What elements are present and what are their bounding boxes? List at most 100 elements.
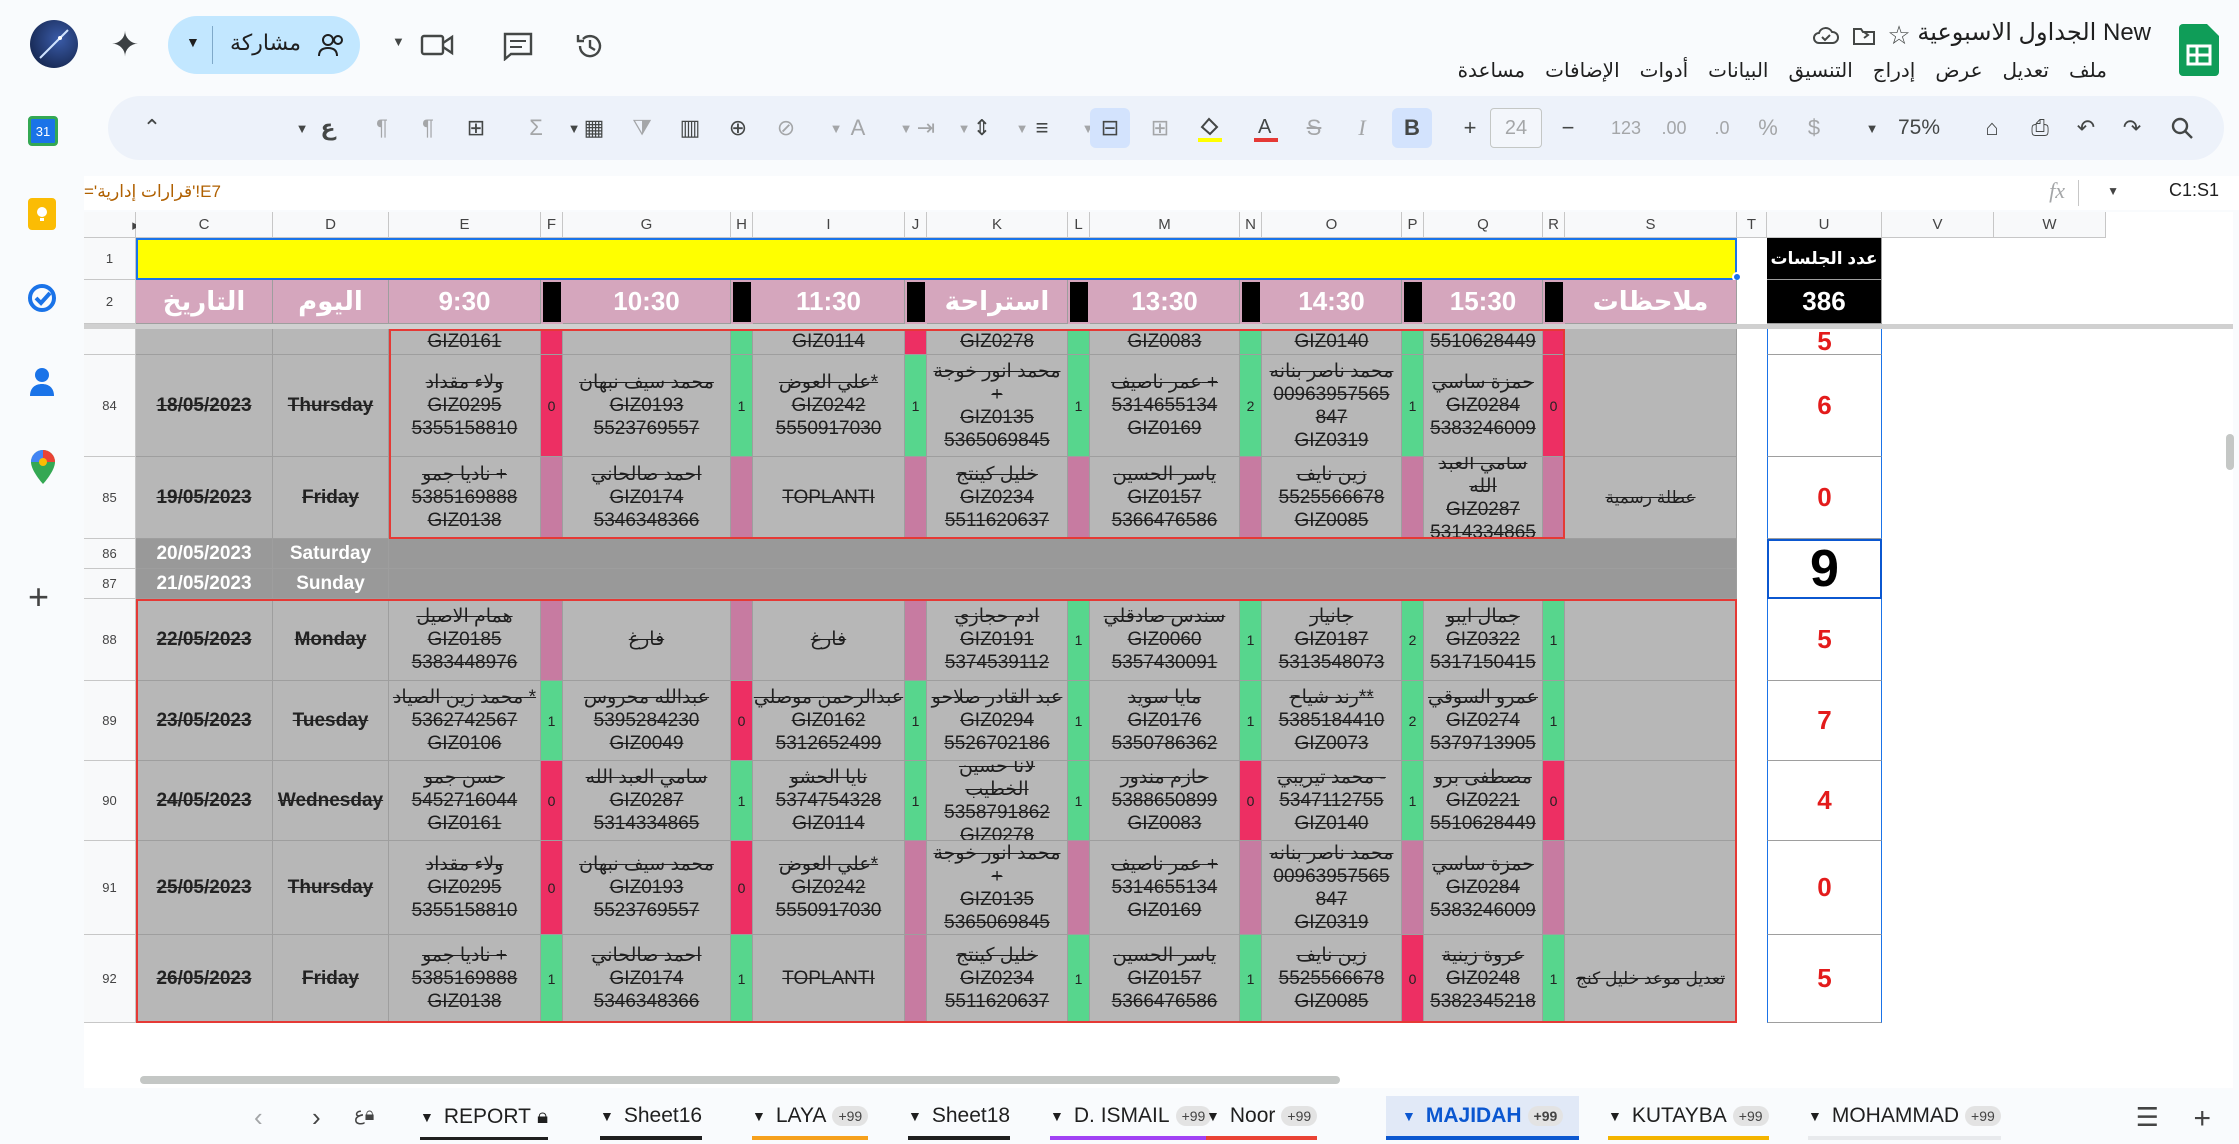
freeze-icon[interactable]: ⊞ [458, 108, 494, 148]
row-header-92[interactable]: 92 [84, 935, 136, 1023]
sessions-count[interactable]: 0 [1767, 457, 1882, 539]
row-header-88[interactable]: 88 [84, 599, 136, 681]
attendance-flag[interactable]: 1 [905, 355, 927, 457]
session-cell[interactable]: سندس صادقلي GIZ0060 5357430091 [1090, 599, 1240, 681]
session-cell[interactable]: GIZ0140 [1262, 329, 1402, 355]
row-day[interactable]: Monday [273, 599, 389, 681]
attendance-flag[interactable] [1068, 329, 1090, 355]
tab-menu-chevron-icon[interactable]: ▼ [1402, 1108, 1416, 1124]
notes-cell[interactable] [1565, 841, 1737, 935]
sessions-count[interactable]: 5 [1767, 935, 1882, 1023]
tab-menu-chevron-icon[interactable]: ▼ [752, 1108, 766, 1124]
session-cell[interactable]: فارغ [753, 599, 905, 681]
attendance-flag[interactable]: 1 [541, 935, 563, 1023]
undo-icon[interactable]: ↶ [2068, 108, 2104, 148]
notes-cell[interactable] [1565, 681, 1737, 761]
row-header-partial[interactable] [84, 329, 136, 355]
attendance-flag[interactable]: 1 [731, 355, 753, 457]
notes-cell[interactable]: تعديل موعد خليل كنج [1565, 935, 1737, 1023]
row-date[interactable]: 22/05/2023 [136, 599, 273, 681]
session-cell[interactable]: 5510628449 [1424, 329, 1543, 355]
session-cell[interactable]: مايا سويد GIZ0176 5350786362 [1090, 681, 1240, 761]
session-cell[interactable]: احمد صالحاني GIZ0174 5346348366 [563, 457, 731, 539]
notes-cell[interactable]: عطلة رسمية [1565, 457, 1737, 539]
sheet-tab-report[interactable]: ▼ REPORT 🔒︎ [420, 1096, 549, 1140]
session-cell[interactable]: ياسر الحسين GIZ0157 5366476586 [1090, 457, 1240, 539]
bold-icon[interactable]: B [1392, 108, 1432, 148]
attendance-flag[interactable]: 1 [1068, 355, 1090, 457]
session-cell[interactable]: مصطفى برو GIZ0221 5510628449 [1424, 761, 1543, 841]
session-cell[interactable]: عبد القادر صلاحو GIZ0294 5526702186 [927, 681, 1068, 761]
text-color-icon[interactable]: A [1248, 108, 1284, 148]
sessions-count[interactable]: 7 [1767, 681, 1882, 761]
all-sheets-icon[interactable]: ☰ [2136, 1102, 2159, 1133]
session-cell[interactable]: حازم مندور 5388650899 GIZ0083 [1090, 761, 1240, 841]
sessions-count[interactable]: 5 [1767, 329, 1882, 355]
session-cell[interactable]: ناديا جمو + 5385169888 GIZ0138 [389, 457, 541, 539]
attendance-flag[interactable] [1068, 841, 1090, 935]
row-day[interactable]: Thursday [273, 355, 389, 457]
font-size-input[interactable]: 24 [1490, 108, 1542, 148]
attendance-flag[interactable]: 2 [1402, 599, 1424, 681]
vertical-scrollbar-thumb[interactable] [2226, 434, 2234, 470]
attendance-flag[interactable] [1068, 457, 1090, 539]
session-cell[interactable]: عروة زينية GIZ0248 5382345218 [1424, 935, 1543, 1023]
scroll-tabs-left-icon[interactable]: ‹ [254, 1102, 263, 1133]
session-cell[interactable]: حمزة ساسي GIZ0284 5383246009 [1424, 841, 1543, 935]
session-cell[interactable]: خليل كينتج GIZ0234 5511620637 [927, 457, 1068, 539]
horizontal-scrollbar-thumb[interactable] [140, 1076, 1340, 1084]
keep-icon[interactable] [28, 198, 56, 230]
session-cell[interactable]: GIZ0161 [389, 329, 541, 355]
column-header-V[interactable]: V [1882, 212, 1994, 238]
session-cell[interactable]: محمد سيف نبهان GIZ0193 5523769557 [563, 355, 731, 457]
session-cell[interactable]: حمزة ساسي GIZ0284 5383246009 [1424, 355, 1543, 457]
attendance-flag[interactable]: 0 [541, 841, 563, 935]
column-header-L[interactable]: L [1068, 212, 1090, 238]
attendance-flag[interactable]: 1 [1543, 935, 1565, 1023]
attendance-flag[interactable] [541, 329, 563, 355]
column-header-W[interactable]: W [1994, 212, 2106, 238]
session-cell[interactable]: GIZ0278 [927, 329, 1068, 355]
share-button[interactable]: ▼ مشاركة [168, 16, 360, 74]
session-cell[interactable]: سامي العبد الله GIZ0287 5314334865 [1424, 457, 1543, 539]
column-header-M[interactable]: M [1090, 212, 1240, 238]
attendance-flag[interactable]: 1 [1240, 599, 1262, 681]
session-cell[interactable]: سامي العبد الله GIZ0287 5314334865 [563, 761, 731, 841]
attendance-flag[interactable]: 1 [1402, 355, 1424, 457]
sheet-tab-noor[interactable]: ▼ Noor +99 [1206, 1096, 1318, 1140]
decrease-font-icon[interactable]: − [1550, 108, 1586, 148]
italic-icon[interactable]: I [1344, 108, 1380, 148]
menu-data[interactable]: البيانات [1698, 56, 1778, 85]
search-menus-icon[interactable] [2164, 108, 2200, 148]
currency-button[interactable]: $ [1796, 108, 1832, 148]
convert-table-icon[interactable]: ▦ [576, 108, 612, 148]
attendance-flag[interactable]: 1 [1402, 761, 1424, 841]
session-cell[interactable]: رند شياح** 5385184410 GIZ0073 [1262, 681, 1402, 761]
name-box-dropdown-icon[interactable]: ▼ [2107, 184, 2119, 198]
row-date[interactable]: 21/05/2023 [136, 569, 273, 599]
redo-icon[interactable]: ↷ [2114, 108, 2150, 148]
notes-cell[interactable] [1565, 329, 1737, 355]
attendance-flag[interactable] [905, 329, 927, 355]
sessions-count[interactable]: 9 [1767, 539, 1882, 599]
column-header-F[interactable]: F [541, 212, 563, 238]
merge-cells-icon[interactable]: ⊟ [1090, 108, 1130, 148]
row-header-90[interactable]: 90 [84, 761, 136, 841]
session-cell[interactable]: TOPLANTI [753, 457, 905, 539]
row-date[interactable]: 20/05/2023 [136, 539, 273, 569]
select-all-corner[interactable] [84, 212, 136, 238]
attendance-flag[interactable]: 1 [1068, 935, 1090, 1023]
meet-dropdown-icon[interactable]: ▼ [392, 34, 405, 49]
attendance-flag[interactable]: 1 [1068, 681, 1090, 761]
row-day[interactable]: Saturday [273, 539, 389, 569]
menu-insert[interactable]: إدراج [1863, 56, 1926, 85]
attendance-flag[interactable]: 0 [1543, 355, 1565, 457]
number-format-button[interactable]: 123 [1608, 108, 1644, 148]
attendance-flag[interactable]: 0 [731, 681, 753, 761]
attendance-flag[interactable] [1240, 329, 1262, 355]
attendance-flag[interactable] [1402, 457, 1424, 539]
row-header-1[interactable]: 1 [84, 238, 136, 280]
session-cell[interactable]: ولاء مقداد GIZ0295 5355158810 [389, 841, 541, 935]
session-cell[interactable]: نايا الحشو 5374754328 GIZ0114 [753, 761, 905, 841]
session-cell[interactable]: ولاء مقداد GIZ0295 5355158810 [389, 355, 541, 457]
